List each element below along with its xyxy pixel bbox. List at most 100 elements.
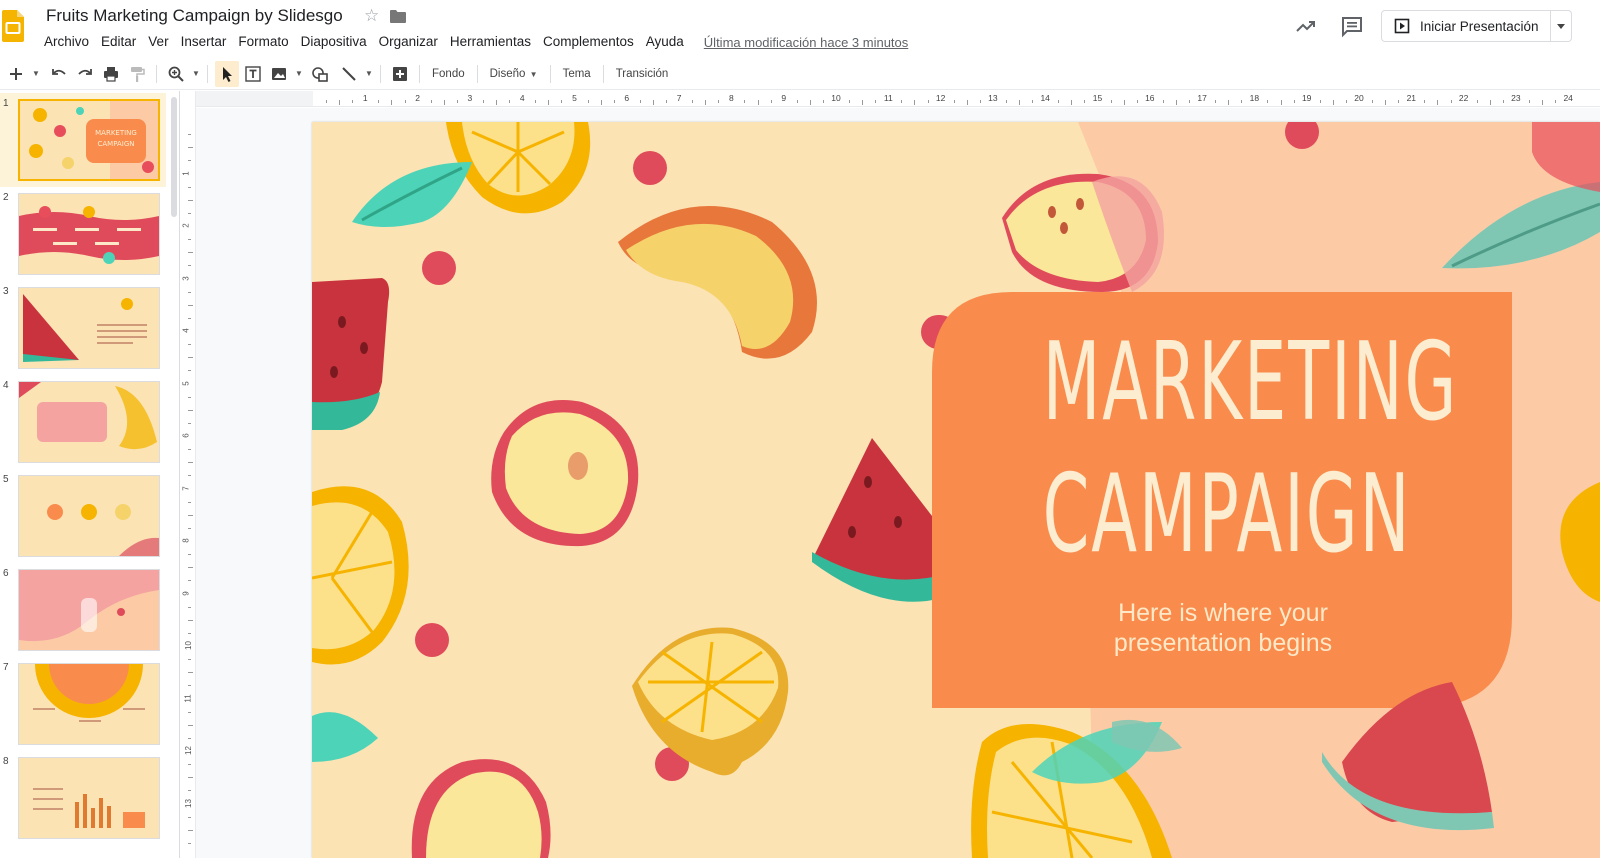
- star-icon[interactable]: ☆: [364, 6, 379, 26]
- line-button[interactable]: [337, 61, 361, 87]
- shape-button[interactable]: [308, 61, 332, 87]
- new-slide-button[interactable]: [4, 61, 28, 87]
- menu-organizar[interactable]: Organizar: [373, 32, 444, 54]
- zoom-button[interactable]: [164, 61, 188, 87]
- ruler-tick: [1372, 100, 1374, 103]
- redo-button[interactable]: [73, 61, 97, 87]
- ruler-tick: [548, 100, 550, 105]
- filmstrip-item[interactable]: 1 MARKETING CAMPAIGN: [0, 93, 166, 187]
- ruler-number: 22: [1458, 93, 1469, 103]
- ruler-tick: [339, 100, 341, 105]
- ruler-number: 11: [883, 93, 893, 103]
- ruler-tick: [1345, 100, 1347, 103]
- slide-thumbnail[interactable]: [18, 569, 160, 651]
- folder-icon[interactable]: [390, 10, 406, 23]
- slide-thumbnail[interactable]: [18, 381, 160, 463]
- layout-button[interactable]: Diseño ▼: [484, 68, 544, 80]
- document-title[interactable]: Fruits Marketing Campaign by Slidesgo: [46, 6, 343, 26]
- slide-1[interactable]: MARKETING CAMPAIGN Here is where your pr…: [312, 122, 1600, 858]
- menu-herramientas[interactable]: Herramientas: [444, 32, 537, 54]
- filmstrip-item[interactable]: 4: [0, 375, 166, 469]
- ruler-number: 23: [1511, 93, 1521, 103]
- background-button[interactable]: Fondo: [426, 68, 471, 80]
- select-tool-button[interactable]: [215, 60, 239, 87]
- slide-subtitle[interactable]: Here is where your presentation begins: [932, 598, 1514, 658]
- ruler-tick: [587, 100, 589, 103]
- slide-title-line-1[interactable]: MARKETING: [1043, 320, 1457, 445]
- ruler-number: 7: [181, 485, 191, 491]
- slide-thumbnail[interactable]: [18, 663, 160, 745]
- slide-thumbnail[interactable]: [18, 287, 160, 369]
- ruler-tick: [188, 711, 191, 713]
- toolbar-divider: [476, 64, 478, 83]
- ruler-tick: [188, 212, 191, 214]
- menu-ayuda[interactable]: Ayuda: [640, 32, 690, 54]
- slide-number: 6: [3, 568, 9, 579]
- ruler-tick: [1437, 100, 1439, 105]
- comments-icon[interactable]: [1340, 14, 1364, 38]
- insert-image-dropdown[interactable]: ▼: [293, 61, 303, 87]
- line-dropdown[interactable]: ▼: [363, 61, 373, 87]
- slide-thumbnail[interactable]: [18, 193, 160, 275]
- app-header: Fruits Marketing Campaign by Slidesgo ☆ …: [0, 0, 1600, 56]
- filmstrip-item[interactable]: 5: [0, 469, 166, 563]
- ruler-tick: [744, 100, 746, 103]
- undo-button[interactable]: [47, 61, 71, 87]
- ruler-tick: [378, 100, 380, 103]
- filmstrip-item[interactable]: 7: [0, 657, 166, 751]
- ruler-tick: [600, 100, 602, 105]
- present-icon: [1394, 18, 1410, 34]
- filmstrip-item[interactable]: 2: [0, 187, 166, 281]
- slides-logo-icon[interactable]: [2, 10, 24, 42]
- ruler-tick: [1084, 100, 1086, 103]
- slide-title-line-2[interactable]: CAMPAIGN: [1043, 452, 1410, 577]
- add-comment-button[interactable]: [388, 61, 412, 87]
- insert-image-button[interactable]: [267, 61, 291, 87]
- ruler-tick: [188, 659, 191, 661]
- ruler-tick: [1032, 100, 1034, 103]
- ruler-tick: [1385, 100, 1387, 105]
- activity-trend-icon[interactable]: [1294, 14, 1318, 38]
- slide-thumbnail[interactable]: [18, 757, 160, 839]
- ruler-number: 19: [1301, 93, 1312, 103]
- menu-insertar[interactable]: Insertar: [175, 32, 233, 54]
- filmstrip-item[interactable]: 3: [0, 281, 166, 375]
- zoom-dropdown[interactable]: ▼: [190, 61, 200, 87]
- toolbar-divider: [602, 64, 604, 83]
- text-box-button[interactable]: [241, 61, 265, 87]
- menu-archivo[interactable]: Archivo: [38, 32, 95, 54]
- ruler-tick: [188, 475, 191, 477]
- ruler-number: 11: [183, 693, 193, 703]
- menu-editar[interactable]: Editar: [95, 32, 142, 54]
- last-modified-link[interactable]: Última modificación hace 3 minutos: [704, 32, 908, 54]
- transition-button[interactable]: Transición: [610, 68, 675, 80]
- slide-thumbnail[interactable]: MARKETING CAMPAIGN: [18, 99, 160, 181]
- filmstrip-item[interactable]: 6: [0, 563, 166, 657]
- print-button[interactable]: [99, 61, 123, 87]
- text-box-icon: [245, 65, 261, 82]
- ruler-tick: [757, 100, 759, 105]
- title-placeholder[interactable]: MARKETING CAMPAIGN Here is where your pr…: [932, 292, 1514, 708]
- ruler-tick: [188, 829, 193, 831]
- paint-format-button[interactable]: [125, 61, 149, 87]
- ruler-tick: [796, 100, 798, 103]
- ruler-tick: [1241, 100, 1243, 103]
- menu-ver[interactable]: Ver: [142, 32, 174, 54]
- ruler-number: 10: [183, 641, 193, 650]
- slide-thumbnail[interactable]: [18, 475, 160, 557]
- present-button[interactable]: Iniciar Presentación: [1381, 10, 1551, 42]
- ruler-tick: [456, 100, 458, 103]
- filmstrip-scrollbar[interactable]: [171, 97, 177, 217]
- ruler-tick: [188, 685, 191, 687]
- menu-formato[interactable]: Formato: [232, 32, 294, 54]
- theme-button[interactable]: Tema: [557, 68, 597, 80]
- ruler-tick: [188, 777, 193, 779]
- ruler-tick: [1228, 100, 1230, 105]
- ruler-tick: [188, 304, 193, 306]
- present-dropdown-button[interactable]: [1550, 10, 1572, 42]
- ruler-tick: [482, 100, 484, 103]
- menu-complementos[interactable]: Complementos: [537, 32, 640, 54]
- filmstrip-item[interactable]: 8: [0, 751, 166, 845]
- menu-diapositiva[interactable]: Diapositiva: [295, 32, 373, 54]
- new-slide-dropdown[interactable]: ▼: [30, 61, 40, 87]
